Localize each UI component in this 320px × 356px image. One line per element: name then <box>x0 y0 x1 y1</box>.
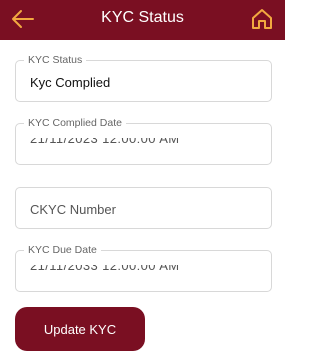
kyc-complied-date-field[interactable]: KYC Complied Date 21/11/2023 12:00:00 AM <box>15 117 272 165</box>
kyc-due-date-value: 21/11/2033 12:00:00 AM <box>30 265 180 273</box>
kyc-status-value: Kyc Complied <box>30 75 111 90</box>
kyc-complied-date-value: 21/11/2023 12:00:00 AM <box>30 138 180 146</box>
kyc-complied-date-label: KYC Complied Date <box>24 117 126 130</box>
update-kyc-button[interactable]: Update KYC <box>15 307 145 351</box>
kyc-complied-date-value-clipped: 21/11/2023 12:00:00 AM <box>30 138 180 146</box>
ckyc-number-placeholder: CKYC Number <box>30 202 116 217</box>
kyc-status-label: KYC Status <box>24 54 87 67</box>
kyc-due-date-field[interactable]: KYC Due Date 21/11/2033 12:00:00 AM <box>15 244 272 292</box>
home-icon[interactable] <box>251 7 273 31</box>
page-title: KYC Status <box>101 9 184 26</box>
app-bar: KYC Status <box>0 0 285 40</box>
ckyc-number-field[interactable]: CKYC Number <box>15 187 272 229</box>
kyc-due-date-label: KYC Due Date <box>24 244 101 257</box>
kyc-due-date-value-clipped: 21/11/2033 12:00:00 AM <box>30 265 180 273</box>
kyc-status-field[interactable]: KYC Status Kyc Complied <box>15 54 272 102</box>
